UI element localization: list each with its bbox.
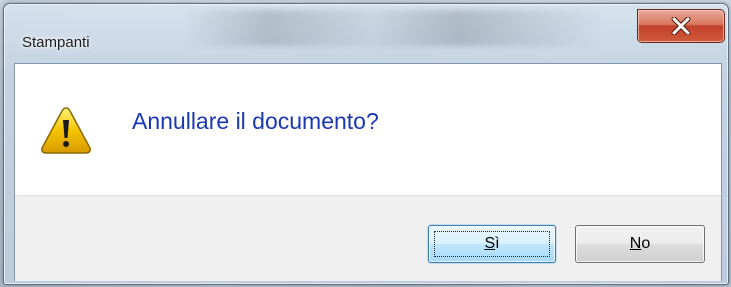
no-button[interactable]: No: [575, 225, 705, 263]
close-button[interactable]: [637, 9, 725, 43]
no-button-label: No: [630, 235, 650, 253]
no-label-rest: o: [641, 235, 651, 252]
warning-icon: [41, 107, 91, 154]
titlebar-background: [184, 10, 604, 46]
no-accelerator: N: [629, 235, 642, 252]
message-area: Annullare il documento?: [15, 64, 721, 195]
dialog-client-area: Annullare il documento? Sì No: [14, 63, 722, 281]
yes-button[interactable]: Sì: [428, 225, 556, 263]
yes-accelerator: S: [484, 235, 496, 252]
dialog-message: Annullare il documento?: [132, 108, 379, 134]
close-icon: [671, 17, 691, 35]
window-title: Stampanti: [22, 34, 90, 51]
dialog-window: Stampanti Annullare il documento? Sì No: [3, 3, 729, 285]
button-bar: Sì No: [15, 195, 721, 281]
yes-button-label: Sì: [484, 235, 499, 253]
yes-label-rest: ì: [495, 235, 500, 252]
